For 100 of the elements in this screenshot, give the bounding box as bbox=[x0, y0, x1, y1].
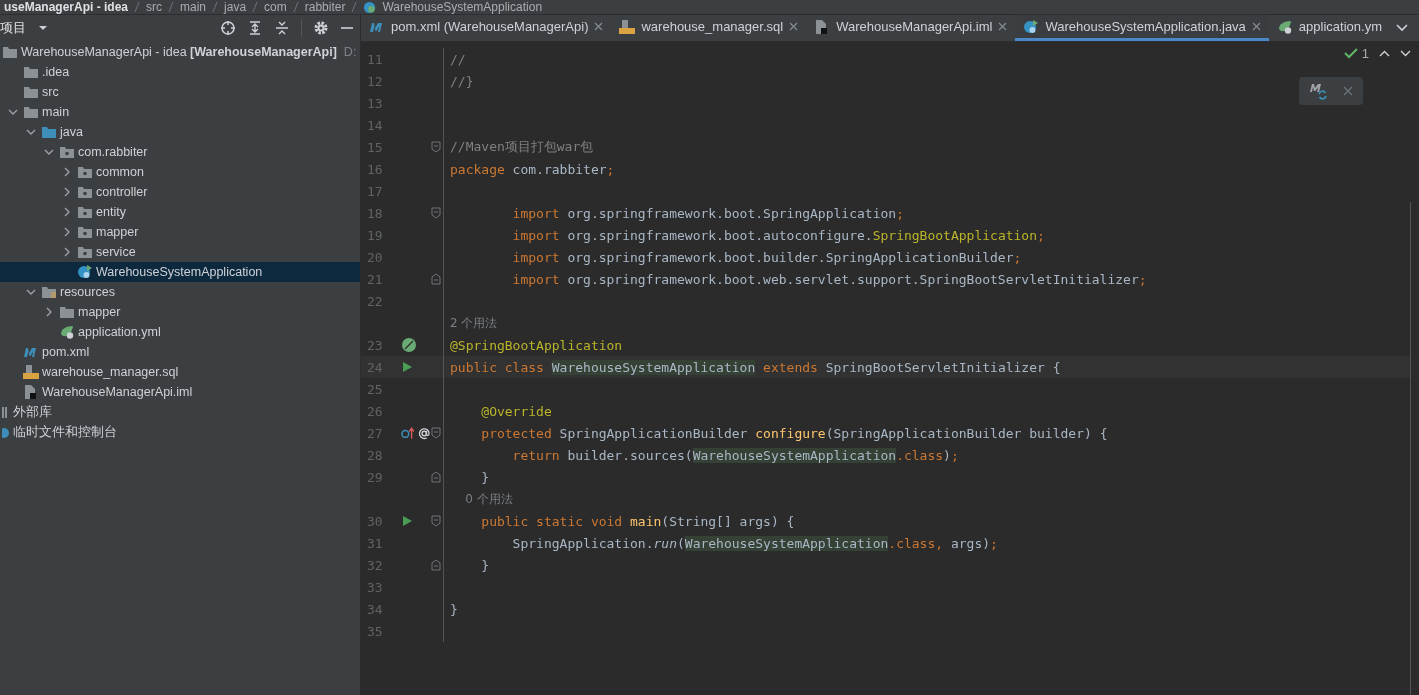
tree-item[interactable]: java bbox=[0, 122, 360, 142]
tree-item-label: service bbox=[96, 245, 136, 259]
fold-icon[interactable] bbox=[431, 207, 441, 219]
editor-tab[interactable]: WarehouseManagerApi.iml bbox=[806, 15, 1016, 41]
breadcrumb-item[interactable]: rabbiter bbox=[304, 0, 346, 14]
tab-label: WarehouseSystemApplication.java bbox=[1045, 19, 1246, 34]
chevron-down-icon[interactable] bbox=[44, 147, 54, 157]
tree-item[interactable]: application.yml bbox=[0, 322, 360, 342]
tree-item[interactable]: mapper bbox=[0, 222, 360, 242]
separator-icon bbox=[212, 1, 219, 13]
breadcrumb-item[interactable]: main bbox=[180, 0, 207, 14]
close-icon[interactable] bbox=[594, 22, 604, 31]
run-icon[interactable] bbox=[401, 515, 413, 527]
tree-item[interactable]: .idea bbox=[0, 62, 360, 82]
project-view-dropdown[interactable]: 项目 bbox=[0, 19, 52, 37]
fold-end-icon[interactable] bbox=[431, 273, 441, 285]
code-line: @SpringBootApplication bbox=[449, 337, 623, 353]
tree-item-label: resources bbox=[60, 285, 115, 299]
tree-item[interactable]: 临时文件和控制台 bbox=[0, 422, 360, 442]
chevron-down-icon[interactable] bbox=[1395, 24, 1408, 32]
line-number: 15 bbox=[366, 139, 384, 155]
editor-tab[interactable]: pom.xml (WarehouseManagerApi) bbox=[361, 15, 612, 41]
editor-tab[interactable]: warehouse_manager.sql bbox=[611, 15, 807, 41]
close-icon[interactable] bbox=[1251, 22, 1261, 31]
check-icon[interactable] bbox=[1343, 47, 1358, 60]
tree-item[interactable]: WarehouseManagerApi - idea [WarehouseManagerApi] D: bbox=[0, 42, 360, 62]
chevron-right-icon[interactable] bbox=[44, 307, 54, 317]
fold-icon[interactable] bbox=[431, 141, 441, 153]
tree-item[interactable]: com.rabbiter bbox=[0, 142, 360, 162]
line-number: 30 bbox=[366, 513, 384, 529]
separator-icon bbox=[168, 1, 175, 13]
line-number: 27 bbox=[366, 425, 384, 441]
code-line: return builder.sources(WarehouseSystemApplication.class); bbox=[511, 447, 959, 463]
code-line: } bbox=[480, 469, 490, 485]
leaf-icon[interactable] bbox=[401, 337, 417, 353]
expand-all-icon[interactable] bbox=[247, 20, 263, 36]
chevron-right-icon[interactable] bbox=[62, 207, 72, 217]
code-line: @Override bbox=[480, 403, 552, 419]
breadcrumb-item[interactable]: WarehouseSystemApplication bbox=[382, 0, 543, 14]
close-icon[interactable] bbox=[1343, 86, 1353, 96]
chevron-up-icon[interactable] bbox=[1379, 50, 1390, 57]
at-icon[interactable] bbox=[418, 426, 431, 440]
code-line: public class WarehouseSystemApplication extends SpringBootServletInitializer { bbox=[449, 359, 1061, 375]
tab-label: WarehouseManagerApi.iml bbox=[836, 19, 993, 34]
usage-hint[interactable]: 0 个用法 bbox=[444, 490, 513, 508]
code-line: // bbox=[449, 51, 466, 67]
tree-item[interactable]: controller bbox=[0, 182, 360, 202]
chevron-down-icon[interactable] bbox=[26, 127, 36, 137]
tree-item[interactable]: src bbox=[0, 82, 360, 102]
tree-item[interactable]: 外部库 bbox=[0, 402, 360, 422]
chevron-right-icon[interactable] bbox=[62, 167, 72, 177]
line-number: 11 bbox=[366, 51, 384, 67]
chevron-right-icon[interactable] bbox=[62, 227, 72, 237]
close-icon[interactable] bbox=[789, 22, 799, 31]
line-number: 35 bbox=[366, 623, 384, 639]
settings-icon[interactable] bbox=[313, 20, 329, 36]
tree-item[interactable]: common bbox=[0, 162, 360, 182]
tree-item-label: WarehouseManagerApi - idea [WarehouseManagerApi] bbox=[21, 45, 337, 59]
code-line: import org.springframework.boot.web.servlet.support.SpringBootServletInitializer; bbox=[511, 271, 1147, 287]
override-icon[interactable] bbox=[401, 426, 415, 440]
line-number: 21 bbox=[366, 271, 384, 287]
tree-item[interactable]: resources bbox=[0, 282, 360, 302]
tree-item-label: com.rabbiter bbox=[78, 145, 148, 159]
line-number: 20 bbox=[366, 249, 384, 265]
chevron-right-icon[interactable] bbox=[62, 247, 72, 257]
chevron-down-icon[interactable] bbox=[26, 287, 36, 297]
fold-end-icon[interactable] bbox=[431, 559, 441, 571]
close-icon[interactable] bbox=[998, 22, 1008, 31]
chevron-down-icon[interactable] bbox=[1400, 50, 1411, 57]
tree-item[interactable]: warehouse_manager.sql bbox=[0, 362, 360, 382]
tree-item[interactable]: entity bbox=[0, 202, 360, 222]
tree-item-label: 外部库 bbox=[13, 403, 52, 421]
line-number: 19 bbox=[366, 227, 384, 243]
collapse-all-icon[interactable] bbox=[274, 20, 290, 36]
chevron-right-icon[interactable] bbox=[62, 187, 72, 197]
run-icon[interactable] bbox=[401, 361, 413, 373]
code-line: SpringApplication.run(WarehouseSystemApplication.class, args); bbox=[511, 535, 998, 551]
code-line: package com.rabbiter; bbox=[449, 161, 615, 177]
tree-item[interactable]: mapper bbox=[0, 302, 360, 322]
tree-item-label: application.yml bbox=[78, 325, 161, 339]
tree-item[interactable]: WarehouseSystemApplication bbox=[0, 262, 360, 282]
separator-icon bbox=[134, 1, 141, 13]
breadcrumb-item[interactable]: src bbox=[146, 0, 163, 14]
fold-end-icon[interactable] bbox=[431, 471, 441, 483]
tree-item[interactable]: WarehouseManagerApi.iml bbox=[0, 382, 360, 402]
tree-item[interactable]: main bbox=[0, 102, 360, 122]
editor-tab[interactable]: application.ym bbox=[1268, 15, 1390, 41]
tab-label: warehouse_manager.sql bbox=[641, 19, 784, 34]
line-number: 18 bbox=[366, 205, 384, 221]
project-path: D: bbox=[343, 45, 357, 59]
tree-item[interactable]: pom.xml bbox=[0, 342, 360, 362]
maven-reload-icon[interactable] bbox=[1309, 81, 1329, 101]
breadcrumb-item[interactable]: useManagerApi - idea bbox=[4, 0, 129, 14]
usage-hint[interactable]: 2 个用法 bbox=[444, 314, 498, 332]
tree-item[interactable]: service bbox=[0, 242, 360, 262]
breadcrumb-item[interactable]: java bbox=[224, 0, 247, 14]
breadcrumb-item[interactable]: com bbox=[264, 0, 287, 14]
locate-icon[interactable] bbox=[220, 20, 236, 36]
chevron-down-icon[interactable] bbox=[8, 107, 18, 117]
fold-icon[interactable] bbox=[431, 515, 441, 527]
